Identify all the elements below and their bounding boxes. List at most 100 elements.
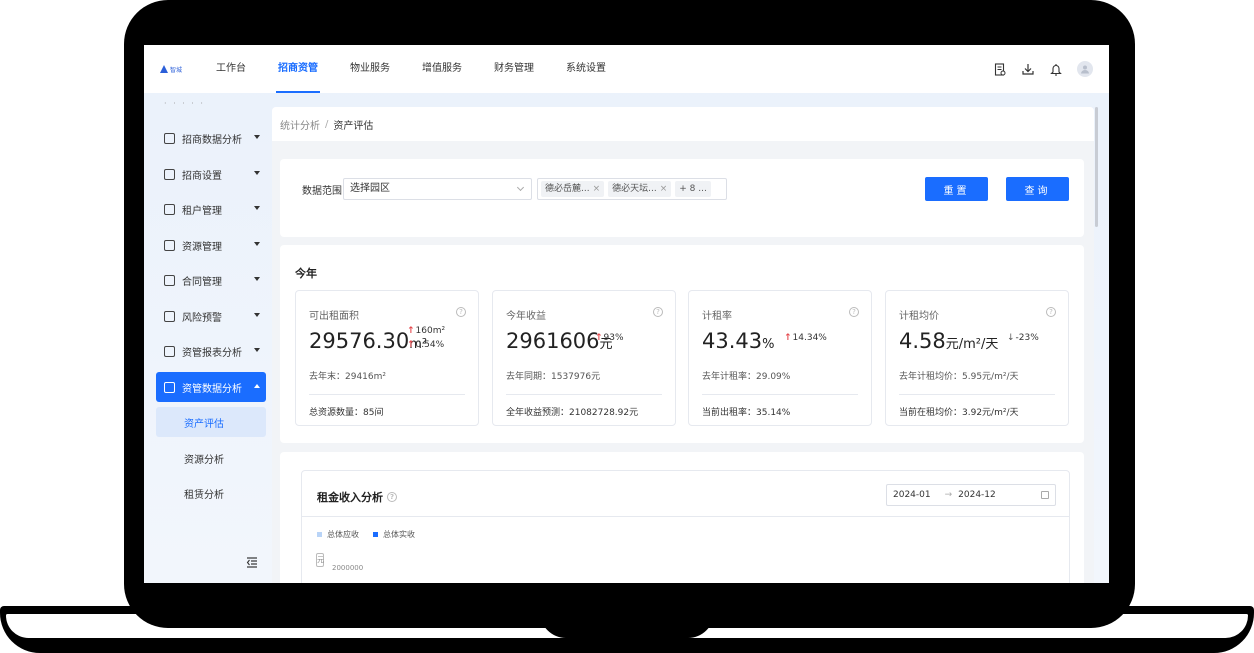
- arrow-down-icon: ↓: [1007, 333, 1015, 343]
- laptop-frame: 智城 工作台 招商资管 物业服务 增值服务 财务管理 系统设置 · · · · …: [0, 0, 1254, 653]
- sidebar: · · · · · 招商数据分析 招商设置 租户管理 资源管理 合同管理 风险预…: [144, 93, 272, 583]
- menu-collapse-icon[interactable]: [246, 553, 258, 568]
- nav-item-workbench[interactable]: 工作台: [200, 45, 262, 93]
- nav-item-finance[interactable]: 财务管理: [478, 45, 550, 93]
- divider: [702, 394, 858, 395]
- date-range-picker[interactable]: 2024-01 → 2024-12: [886, 484, 1056, 506]
- data-chart-icon: [164, 381, 175, 393]
- alarm-icon: [164, 310, 175, 322]
- stats-title: 今年: [295, 267, 317, 280]
- document-icon[interactable]: [993, 62, 1007, 76]
- sidebar-subitem-asset-evaluation[interactable]: 资产评估: [156, 407, 266, 437]
- legend-item-received[interactable]: 总体实收: [373, 529, 415, 540]
- sidebar-item-label: 资管报表分析: [182, 347, 242, 359]
- sidebar-item-asset-data-analysis[interactable]: 资管数据分析: [156, 372, 266, 402]
- legend-item-receivable[interactable]: 总体应收: [317, 529, 359, 540]
- nav-item-system-settings[interactable]: 系统设置: [550, 45, 622, 93]
- stat-footer: 总资源数量：85间: [309, 408, 384, 418]
- nav-item-value-added[interactable]: 增值服务: [406, 45, 478, 93]
- chevron-down-icon: [254, 242, 260, 246]
- stat-delta: ↑93%: [595, 333, 624, 343]
- stat-value: 43.43%: [702, 329, 775, 353]
- sidebar-item-label: 招商数据分析: [182, 134, 242, 146]
- sidebar-item-risk-warning[interactable]: 风险预警: [156, 301, 266, 331]
- chart-icon: [164, 132, 175, 144]
- legend-swatch: [373, 532, 378, 537]
- sidebar-subitem-resource-analysis[interactable]: 资源分析: [156, 443, 266, 473]
- chevron-up-icon: [254, 384, 260, 388]
- main-content: 统计分析 / 资产评估 数据范围 选择园区 德必岳麓... × 德必天坛... × …: [272, 107, 1094, 583]
- user-avatar-icon[interactable]: [1077, 61, 1093, 77]
- stat-footer: 当前在租均价：3.92元/m²/天: [899, 408, 1019, 418]
- chevron-down-icon: [254, 313, 260, 317]
- sidebar-item-label: 租户管理: [182, 205, 222, 217]
- tag-close-icon[interactable]: ×: [593, 184, 601, 194]
- chart-legend: 总体应收 总体实收: [317, 529, 415, 540]
- help-icon[interactable]: ?: [456, 307, 466, 317]
- building-icon: [164, 239, 175, 251]
- settings-doc-icon: [164, 168, 175, 180]
- breadcrumb-current: 资产评估: [333, 120, 374, 132]
- sidebar-item-tenant-management[interactable]: 租户管理: [156, 194, 266, 224]
- stats-card: 今年 可出租面积 ? 29576.30m² ↑160m² ↑0.54% 去年末：…: [280, 245, 1084, 443]
- arrow-up-icon: ↑: [407, 326, 415, 336]
- sidebar-item-contract-management[interactable]: 合同管理: [156, 265, 266, 295]
- breadcrumb-separator: /: [325, 118, 329, 130]
- download-icon[interactable]: [1021, 62, 1035, 76]
- stat-delta: ↑160m²: [407, 326, 446, 336]
- tag-close-icon[interactable]: ×: [660, 184, 668, 194]
- top-icons: [993, 45, 1093, 93]
- sidebar-item-asset-report-analysis[interactable]: 资管报表分析: [156, 336, 266, 366]
- divider: [309, 394, 465, 395]
- top-bar: 智城 工作台 招商资管 物业服务 增值服务 财务管理 系统设置: [144, 45, 1109, 93]
- help-icon[interactable]: ?: [1046, 307, 1056, 317]
- park-tag-select[interactable]: 德必岳麓... × 德必天坛... × + 8 ...: [537, 178, 727, 200]
- top-nav: 工作台 招商资管 物业服务 增值服务 财务管理 系统设置: [200, 45, 622, 93]
- bell-icon[interactable]: [1049, 62, 1063, 76]
- breadcrumb: 统计分析 / 资产评估: [272, 107, 1094, 141]
- calendar-icon: [1041, 491, 1049, 499]
- stat-footer: 全年收益预测：21082728.92元: [506, 408, 639, 418]
- sidebar-item-label: 资源管理: [182, 241, 222, 253]
- sidebar-item-resource-management[interactable]: 资源管理: [156, 230, 266, 260]
- help-icon[interactable]: ?: [849, 307, 859, 317]
- date-to: 2024-12: [958, 490, 996, 500]
- nav-item-investment-assets[interactable]: 招商资管: [262, 45, 334, 93]
- tenant-icon: [164, 203, 175, 215]
- data-range-label: 数据范围: [302, 186, 342, 197]
- sidebar-item-investment-data-analysis[interactable]: 招商数据分析: [156, 123, 266, 153]
- chevron-down-icon: [254, 277, 260, 281]
- report-icon: [164, 345, 175, 357]
- main-scrollbar[interactable]: [1094, 107, 1100, 227]
- sidebar-item-label: 风险预警: [182, 312, 222, 324]
- stat-last-year: 去年计租均价：5.95元/m²/天: [899, 372, 1019, 382]
- divider: [302, 516, 1069, 517]
- breadcrumb-parent[interactable]: 统计分析: [280, 117, 320, 132]
- help-icon[interactable]: ?: [653, 307, 663, 317]
- chevron-down-icon: [254, 171, 260, 175]
- nav-item-property-service[interactable]: 物业服务: [334, 45, 406, 93]
- logo[interactable]: 智城: [160, 65, 184, 74]
- park-tag: 德必天坛... ×: [608, 181, 672, 197]
- arrow-up-icon: ↑: [784, 333, 792, 343]
- y-axis-tick: 2000000: [332, 564, 364, 572]
- date-range-arrow: →: [944, 490, 953, 500]
- sidebar-item-investment-settings[interactable]: 招商设置: [156, 159, 266, 189]
- rent-analysis-card: 租金收入分析 ? 2024-01 → 2024-12 总体应收 总体实收 元 2…: [280, 452, 1084, 583]
- filter-card: 数据范围 选择园区 德必岳麓... × 德必天坛... × + 8 ... 重置 查…: [280, 159, 1084, 237]
- help-icon[interactable]: ?: [387, 492, 397, 502]
- stat-footer: 当前出租率：35.14%: [702, 408, 791, 418]
- rent-analysis-title: 租金收入分析 ?: [317, 489, 397, 505]
- sidebar-subitem-lease-analysis[interactable]: 租赁分析: [156, 478, 266, 508]
- chevron-down-icon: [254, 135, 260, 139]
- query-button[interactable]: 查询: [1006, 177, 1069, 201]
- stat-last-year: 去年末：29416m²: [309, 372, 387, 382]
- stat-delta: ↓-23%: [1007, 333, 1039, 343]
- rent-analysis-panel: 租金收入分析 ? 2024-01 → 2024-12 总体应收 总体实收 元 2…: [301, 470, 1070, 583]
- park-select[interactable]: 选择园区: [343, 178, 532, 200]
- scrollbar-thumb[interactable]: [1095, 107, 1098, 227]
- chevron-down-icon: [254, 206, 260, 210]
- divider: [506, 394, 662, 395]
- logo-text: 智城: [170, 66, 183, 74]
- reset-button[interactable]: 重置: [925, 177, 988, 201]
